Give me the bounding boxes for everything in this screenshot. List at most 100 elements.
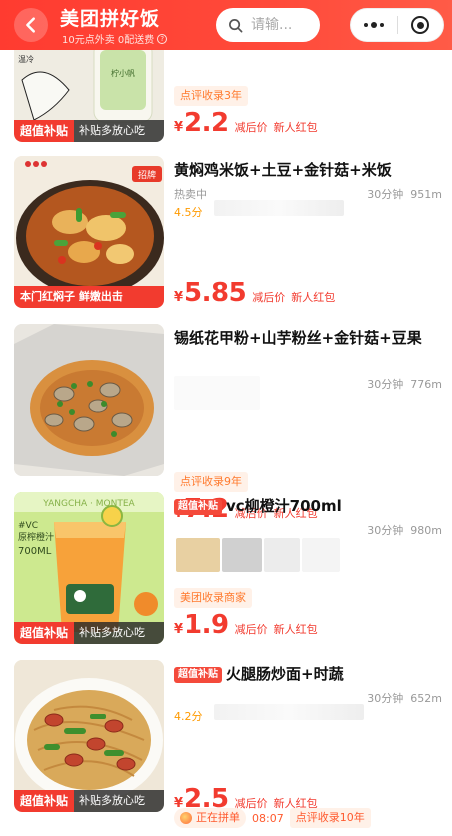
- time-distance: 30分钟 980m: [367, 522, 442, 538]
- svg-text:YANGCHA · MONTEA: YANGCHA · MONTEA: [42, 499, 135, 509]
- product-image[interactable]: YANGCHA · MONTEA #VC 原榨橙汁 700ML 超值补贴 补贴多…: [14, 492, 164, 644]
- badge-subsidy: 超值补贴: [14, 120, 75, 142]
- badge-subsidy-note: 补贴多放心吃: [74, 622, 164, 644]
- price-currency: ¥: [174, 120, 184, 135]
- review-tag: 点评收录3年: [174, 86, 248, 106]
- delivery-time: 30分钟: [367, 378, 404, 391]
- obscured-info: [214, 200, 344, 216]
- time-distance: 30分钟 652m: [367, 690, 442, 706]
- product-title[interactable]: 黄焖鸡米饭+土豆+金针菇+米饭: [174, 160, 442, 181]
- review-tag: 美团收录商家: [174, 588, 252, 608]
- image-badge: 超值补贴 补贴多放心吃: [14, 790, 164, 812]
- list-item[interactable]: 锡纸花甲粉+山芋粉丝+金针菇+豆果 30分钟 776m 点评收录9年 ¥ 7.2…: [0, 324, 452, 524]
- new-user-tag: 新人红包: [273, 623, 318, 636]
- product-image[interactable]: 招牌 本门红焖子 鲜嫩出击: [14, 156, 164, 308]
- app-subtitle[interactable]: 10元点外卖 0配送费 ?: [62, 31, 168, 46]
- price-row: ¥ 5.85 减后价 新人红包: [174, 278, 335, 308]
- subsidy-tag: 超值补贴: [174, 667, 222, 683]
- close-miniprogram-button[interactable]: [397, 9, 443, 41]
- delivery-meta: 30分钟 980m: [174, 522, 442, 538]
- badge-subsidy: 超值补贴: [14, 622, 75, 644]
- price-currency: ¥: [174, 796, 184, 811]
- rating: 4.5分: [174, 206, 203, 219]
- new-user-tag: 新人红包: [273, 121, 318, 134]
- price-value: 2.2: [184, 108, 229, 138]
- delivery-time: 30分钟: [367, 188, 404, 201]
- more-options-button[interactable]: [351, 9, 397, 41]
- price-value: 5.85: [184, 278, 247, 308]
- distance: 951m: [410, 188, 442, 201]
- price-value: 2.5: [184, 784, 229, 814]
- price-label: 减后价: [234, 623, 268, 636]
- distance: 980m: [410, 524, 442, 537]
- svg-text:温冷: 温冷: [18, 54, 34, 64]
- back-button[interactable]: [14, 8, 48, 42]
- list-item[interactable]: 柠小帆 温冷 超值补贴 补贴多放心吃 点评收录3年 ¥ 2.2 减后价 新人红包: [0, 50, 452, 146]
- product-info: 超值补贴 火腿肠炒面+时蔬: [174, 664, 442, 685]
- review-tag: 点评收录9年: [174, 472, 248, 492]
- price-value: 1.9: [184, 610, 229, 640]
- product-title-text: vc柳橙汁700ml: [226, 497, 342, 515]
- price-label: 减后价: [252, 291, 286, 304]
- obscured-info: [302, 538, 340, 572]
- search-input[interactable]: [251, 17, 311, 33]
- svg-text:柠小帆: 柠小帆: [111, 68, 135, 78]
- app-header: 美团拼好饭 10元点外卖 0配送费 ?: [0, 0, 452, 50]
- obscured-info: [214, 704, 364, 720]
- price-label: 减后价: [234, 797, 268, 810]
- price-row: ¥ 2.5 减后价 新人红包: [174, 784, 318, 814]
- price-currency: ¥: [174, 290, 184, 305]
- list-item[interactable]: 招牌 本门红焖子 鲜嫩出击 黄焖鸡米饭+土豆+金针菇+米饭 热卖中 30分钟 9…: [0, 156, 452, 316]
- product-list: 柠小帆 温冷 超值补贴 补贴多放心吃 点评收录3年 ¥ 2.2 减后价 新人红包: [0, 50, 452, 836]
- product-title[interactable]: 超值补贴 vc柳橙汁700ml: [174, 496, 442, 517]
- delivery-time: 30分钟: [367, 692, 404, 705]
- list-item[interactable]: YANGCHA · MONTEA #VC 原榨橙汁 700ML 超值补贴 补贴多…: [0, 492, 452, 652]
- product-photo-clam-noodles: [14, 324, 164, 476]
- distance: 776m: [410, 378, 442, 391]
- obscured-info: [222, 538, 262, 572]
- search-icon: [229, 18, 243, 32]
- product-image[interactable]: 超值补贴 补贴多放心吃: [14, 660, 164, 812]
- subsidy-tag: 超值补贴: [174, 499, 222, 515]
- delivery-time: 30分钟: [367, 524, 404, 537]
- price-row: ¥ 1.9 减后价 新人红包: [174, 610, 318, 640]
- svg-text:700ML: 700ML: [18, 546, 52, 557]
- product-info: 锡纸花甲粉+山芋粉丝+金针菇+豆果: [174, 328, 442, 349]
- obscured-info: [264, 538, 300, 572]
- badge-subsidy-note: 补贴多放心吃: [74, 790, 164, 812]
- product-info: 超值补贴 vc柳橙汁700ml: [174, 496, 442, 517]
- price-row: ¥ 2.2 减后价 新人红包: [174, 108, 318, 138]
- new-user-tag: 新人红包: [291, 291, 336, 304]
- product-title[interactable]: 锡纸花甲粉+山芋粉丝+金针菇+豆果: [174, 328, 442, 349]
- svg-text:招牌: 招牌: [138, 169, 156, 181]
- time-distance: 30分钟 776m: [367, 376, 442, 392]
- help-icon: ?: [157, 33, 168, 44]
- product-title[interactable]: 超值补贴 火腿肠炒面+时蔬: [174, 664, 442, 685]
- badge-subsidy: 超值补贴: [14, 790, 75, 812]
- price-label: 减后价: [234, 121, 268, 134]
- obscured-info: [174, 376, 260, 410]
- svg-text:原榨橙汁: 原榨橙汁: [18, 531, 54, 543]
- product-image[interactable]: 柠小帆 温冷 超值补贴 补贴多放心吃: [14, 50, 164, 142]
- product-title-text: 火腿肠炒面+时蔬: [226, 665, 344, 683]
- svg-text:#VC: #VC: [18, 521, 38, 531]
- product-info: 黄焖鸡米饭+土豆+金针菇+米饭: [174, 160, 442, 181]
- app-subtitle-text: 10元点外卖 0配送费: [62, 35, 155, 46]
- distance: 652m: [410, 692, 442, 705]
- price-currency: ¥: [174, 622, 184, 637]
- back-icon: [26, 17, 35, 33]
- rating: 4.2分: [174, 710, 203, 723]
- close-circle-icon: [411, 16, 430, 34]
- image-badge: 超值补贴 补贴多放心吃: [14, 120, 164, 142]
- product-image[interactable]: [14, 324, 164, 476]
- badge-subsidy-note: 补贴多放心吃: [74, 120, 164, 142]
- obscured-info: [176, 538, 220, 572]
- badge-signature: 本门红焖子 鲜嫩出击: [14, 286, 164, 308]
- app-title: 美团拼好饭: [60, 8, 161, 30]
- new-user-tag: 新人红包: [273, 797, 318, 810]
- image-badge: 本门红焖子 鲜嫩出击: [14, 286, 164, 308]
- miniprogram-capsule: [350, 8, 444, 42]
- time-distance: 30分钟 951m: [367, 186, 442, 202]
- hot-status: 热卖中: [174, 188, 207, 201]
- search-box[interactable]: [216, 8, 320, 42]
